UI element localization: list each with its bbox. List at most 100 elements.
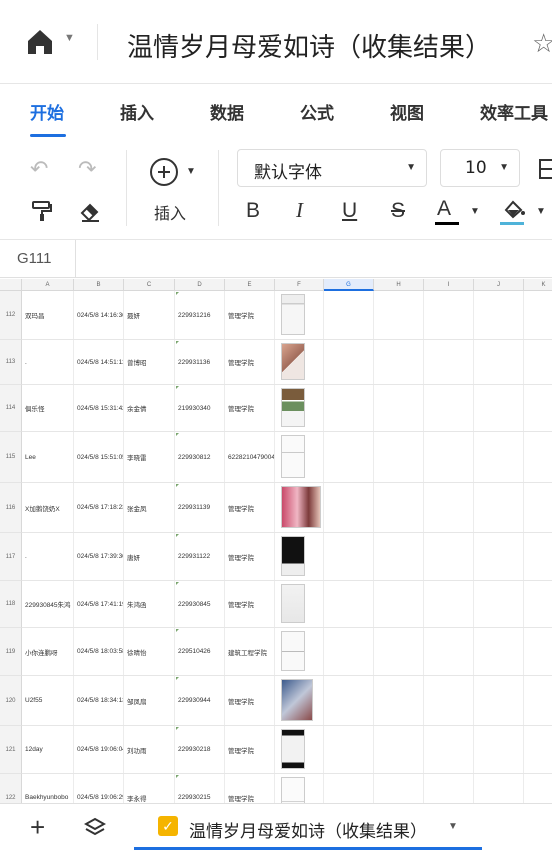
row-header[interactable]: 117 [0, 533, 22, 581]
empty-cell[interactable] [474, 628, 524, 675]
format-painter-icon[interactable] [31, 200, 53, 222]
column-header-i[interactable]: I [424, 279, 474, 291]
cell-d[interactable]: 229931136 [175, 340, 225, 384]
eraser-icon[interactable] [79, 200, 101, 222]
tab-data[interactable]: 数据 [210, 99, 244, 124]
font-color-button[interactable]: A [437, 198, 451, 219]
row-header[interactable]: 121 [0, 726, 22, 774]
empty-cell[interactable] [474, 291, 524, 339]
image-thumbnail[interactable] [281, 536, 305, 576]
cell-e[interactable]: 6228210479004 [225, 432, 275, 482]
empty-cell[interactable] [374, 533, 424, 580]
italic-button[interactable]: I [296, 200, 303, 221]
empty-cell[interactable] [424, 628, 474, 675]
cell-b[interactable]: 024/5/8 18:03:58 [74, 628, 124, 675]
image-thumbnail[interactable] [281, 343, 305, 380]
empty-cell[interactable] [474, 533, 524, 580]
empty-cell[interactable] [424, 676, 474, 725]
empty-cell[interactable] [424, 774, 474, 803]
cell-a[interactable]: . [22, 533, 74, 580]
cell-c[interactable]: 李晓雷 [124, 432, 175, 482]
empty-cell[interactable] [374, 628, 424, 675]
tab-formula[interactable]: 公式 [300, 99, 334, 124]
empty-cell[interactable] [424, 385, 474, 431]
empty-cell[interactable] [524, 291, 552, 339]
cell-d[interactable]: 229930944 [175, 676, 225, 725]
cell-e[interactable]: 管理学院 [225, 726, 275, 773]
border-icon[interactable] [538, 158, 552, 180]
cell-a[interactable]: 小你连鹏呀 [22, 628, 74, 675]
row-header[interactable]: 118 [0, 581, 22, 628]
cell-a[interactable]: 俱乐怪 [22, 385, 74, 431]
chevron-down-icon[interactable]: ▼ [470, 206, 480, 217]
cell-b[interactable]: 024/5/8 17:18:23 [74, 483, 124, 532]
image-thumbnail[interactable] [281, 584, 305, 623]
empty-cell[interactable] [424, 533, 474, 580]
empty-cell[interactable] [374, 726, 424, 773]
empty-cell[interactable] [424, 581, 474, 627]
row-header[interactable]: 112 [0, 291, 22, 340]
cell-b[interactable]: 024/5/8 19:06:04 [74, 726, 124, 773]
cell-a[interactable]: 双玛昌 [22, 291, 74, 339]
empty-cell[interactable] [474, 726, 524, 773]
bold-button[interactable]: B [246, 200, 260, 221]
undo-icon[interactable]: ↶ [30, 158, 48, 180]
column-header-b[interactable]: B [74, 279, 124, 291]
tab-efficiency-tools[interactable]: 效率工具 [480, 99, 548, 124]
cell-c[interactable]: 李永得 [124, 774, 175, 803]
empty-cell[interactable] [524, 726, 552, 773]
select-all-corner[interactable] [0, 279, 22, 291]
empty-cell[interactable] [374, 291, 424, 339]
redo-icon[interactable]: ↷ [78, 158, 96, 180]
empty-cell[interactable] [474, 340, 524, 384]
empty-cell[interactable] [474, 483, 524, 532]
cell-b[interactable]: 024/5/8 19:06:29 [74, 774, 124, 803]
empty-cell[interactable] [474, 432, 524, 482]
cell-c[interactable]: 聂妍 [124, 291, 175, 339]
cell-a[interactable]: Baekhyunbobo [22, 774, 74, 803]
empty-cell[interactable] [324, 581, 374, 627]
row-header[interactable]: 119 [0, 628, 22, 676]
cell-a[interactable]: . [22, 340, 74, 384]
column-header-d[interactable]: D [175, 279, 225, 291]
column-header-a[interactable]: A [22, 279, 74, 291]
cell-e[interactable]: 建筑工程学院 [225, 628, 275, 675]
cell-d[interactable]: 229931216 [175, 291, 225, 339]
cell-d[interactable]: 219930340 [175, 385, 225, 431]
empty-cell[interactable] [324, 385, 374, 431]
column-header-j[interactable]: J [474, 279, 524, 291]
font-size-select[interactable]: 10 ▼ [440, 149, 520, 187]
empty-cell[interactable] [324, 628, 374, 675]
empty-cell[interactable] [324, 533, 374, 580]
cell-c[interactable]: 张金凤 [124, 483, 175, 532]
cell-e[interactable]: 管理学院 [225, 581, 275, 627]
cell-a[interactable]: Lee [22, 432, 74, 482]
sheet-tab[interactable]: ✓ 温情岁月母爱如诗（收集结果） ▼ [134, 804, 482, 850]
image-thumbnail[interactable] [281, 435, 305, 478]
tab-insert[interactable]: 插入 [120, 99, 154, 124]
empty-cell[interactable] [374, 774, 424, 803]
column-header-k[interactable]: K [524, 279, 552, 291]
row-header[interactable]: 116 [0, 483, 22, 533]
empty-cell[interactable] [474, 676, 524, 725]
cell-b[interactable]: 024/5/8 18:34:13 [74, 676, 124, 725]
cell-e[interactable]: 管理学院 [225, 385, 275, 431]
cell-b[interactable]: 024/5/8 15:51:05 [74, 432, 124, 482]
empty-cell[interactable] [524, 432, 552, 482]
column-header-f[interactable]: F [275, 279, 324, 291]
cell-a[interactable]: U2f55 [22, 676, 74, 725]
empty-cell[interactable] [374, 432, 424, 482]
empty-cell[interactable] [324, 432, 374, 482]
empty-cell[interactable] [374, 581, 424, 627]
cell-d[interactable]: 229510426 [175, 628, 225, 675]
fill-color-icon[interactable] [502, 198, 526, 220]
tab-view[interactable]: 视图 [390, 99, 424, 124]
empty-cell[interactable] [424, 432, 474, 482]
empty-cell[interactable] [524, 533, 552, 580]
font-family-select[interactable]: 默认字体 ▼ [237, 149, 427, 187]
cell-b[interactable]: 024/5/8 17:41:19 [74, 581, 124, 627]
cell-name-box[interactable]: G111 [17, 250, 51, 267]
cell-e[interactable]: 管理学院 [225, 483, 275, 532]
cell-d[interactable]: 229931139 [175, 483, 225, 532]
spreadsheet-grid[interactable]: A B C D E F G H I J K 112 双玛昌 024/5/8 14:1… [0, 279, 552, 803]
